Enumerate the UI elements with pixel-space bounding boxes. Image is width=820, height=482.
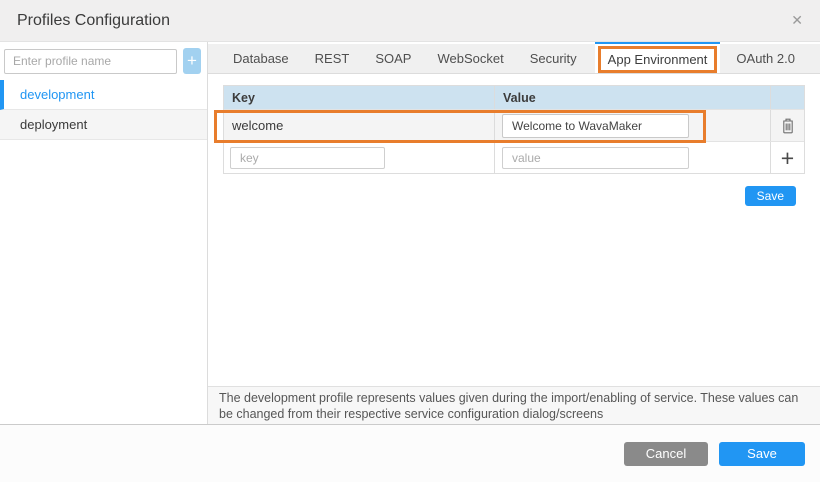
dialog-footer-bar: Cancel Save <box>0 424 820 482</box>
cancel-button[interactable]: Cancel <box>624 442 708 466</box>
profile-description: The development profile represents value… <box>208 386 820 424</box>
add-row-button[interactable]: + <box>777 149 798 167</box>
new-key-cell <box>224 142 495 173</box>
trash-icon <box>781 122 795 137</box>
add-profile-button[interactable]: + <box>183 48 201 74</box>
tab-soap[interactable]: SOAP <box>362 44 424 73</box>
tab-app-environment-label: App Environment <box>598 46 718 73</box>
profile-item-label: deployment <box>20 117 87 132</box>
key-cell: welcome <box>224 110 495 141</box>
profile-name-input[interactable] <box>4 49 177 74</box>
tab-websocket[interactable]: WebSocket <box>424 44 516 73</box>
sidebar-item-deployment[interactable]: deployment <box>0 110 207 140</box>
tab-bar: Database REST SOAP WebSocket Security Ap… <box>208 44 820 74</box>
value-cell <box>495 110 771 141</box>
tab-rest[interactable]: REST <box>302 44 363 73</box>
tab-oauth[interactable]: OAuth 2.0 <box>723 44 808 73</box>
tab-app-environment[interactable]: App Environment <box>595 42 721 73</box>
new-value-input[interactable] <box>502 147 689 169</box>
dialog-titlebar: Profiles Configuration ✕ <box>0 0 820 42</box>
save-button[interactable]: Save <box>719 442 805 466</box>
new-key-input[interactable] <box>230 147 385 169</box>
key-column-header: Key <box>224 86 495 109</box>
table-save-row: Save <box>223 186 805 206</box>
close-icon[interactable]: ✕ <box>785 0 809 41</box>
row-actions-cell <box>771 110 804 141</box>
profiles-configuration-dialog: Profiles Configuration ✕ + development d… <box>0 0 820 482</box>
page-title: Profiles Configuration <box>0 0 820 41</box>
profile-item-label: development <box>20 87 94 102</box>
table-row: welcome <box>224 109 804 141</box>
plus-icon: + <box>781 145 794 171</box>
key-cell-text: welcome <box>232 118 283 133</box>
main-panel: Database REST SOAP WebSocket Security Ap… <box>208 42 820 424</box>
table-save-button[interactable]: Save <box>745 186 796 206</box>
delete-row-button[interactable] <box>779 116 797 136</box>
actions-column-header <box>771 86 804 109</box>
tab-content: Key Value welcome <box>208 74 820 206</box>
new-entry-row: + <box>224 141 804 173</box>
table-header-row: Key Value <box>224 86 804 109</box>
new-row-actions-cell: + <box>771 142 804 173</box>
value-column-header: Value <box>495 86 771 109</box>
tab-database[interactable]: Database <box>220 44 302 73</box>
profiles-sidebar: + development deployment <box>0 42 208 424</box>
sidebar-item-development[interactable]: development <box>0 80 207 110</box>
key-value-table: Key Value welcome <box>223 85 805 174</box>
tab-security[interactable]: Security <box>517 44 590 73</box>
new-value-cell <box>495 142 771 173</box>
profile-add-row: + <box>0 42 207 80</box>
value-input[interactable] <box>502 114 689 138</box>
